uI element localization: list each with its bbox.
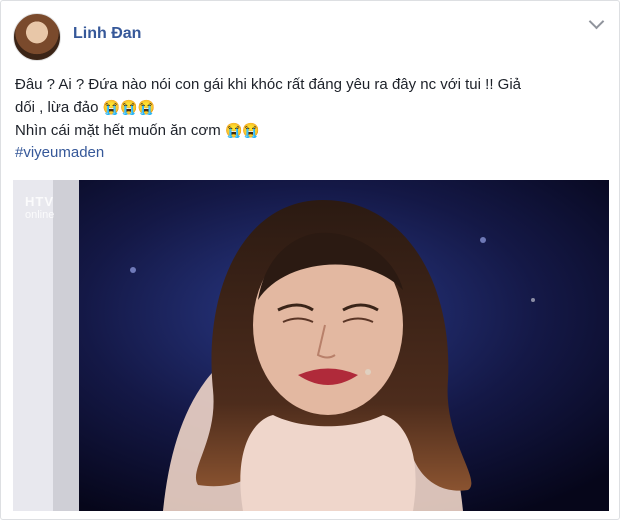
watermark-top: HTV: [25, 194, 54, 209]
crying-emoji-icon: 😭😭😭: [102, 99, 155, 115]
post-text-line-3: Nhìn cái mặt hết muốn ăn cơm 😭😭: [15, 119, 605, 142]
chevron-down-icon: [588, 13, 604, 30]
post-text-segment: Nhìn cái mặt hết muốn ăn cơm: [15, 122, 221, 139]
tv-watermark: HTV online: [25, 194, 54, 221]
hashtag-link[interactable]: #viyeumaden: [15, 142, 605, 164]
post-text-segment: dối , lừa đảo: [15, 99, 99, 116]
crying-woman-photo: [13, 180, 609, 511]
crying-emoji-icon: 😭😭: [224, 122, 260, 138]
author-name[interactable]: Linh Đan: [73, 25, 141, 43]
post-text-line-2: dối , lừa đảo 😭😭😭: [15, 96, 605, 119]
author-avatar[interactable]: [13, 13, 61, 61]
post-text: Đâu ? Ai ? Đứa nào nói con gái khi khóc …: [15, 74, 605, 164]
watermark-bottom: online: [25, 209, 55, 221]
facebook-post-card: Linh Đan Đâu ? Ai ? Đứa nào nói con gái …: [0, 0, 620, 520]
post-options-button[interactable]: [585, 13, 607, 35]
post-header: Linh Đan: [13, 13, 141, 61]
post-photo[interactable]: HTV online: [13, 180, 609, 511]
post-text-line-1: Đâu ? Ai ? Đứa nào nói con gái khi khóc …: [15, 76, 521, 93]
